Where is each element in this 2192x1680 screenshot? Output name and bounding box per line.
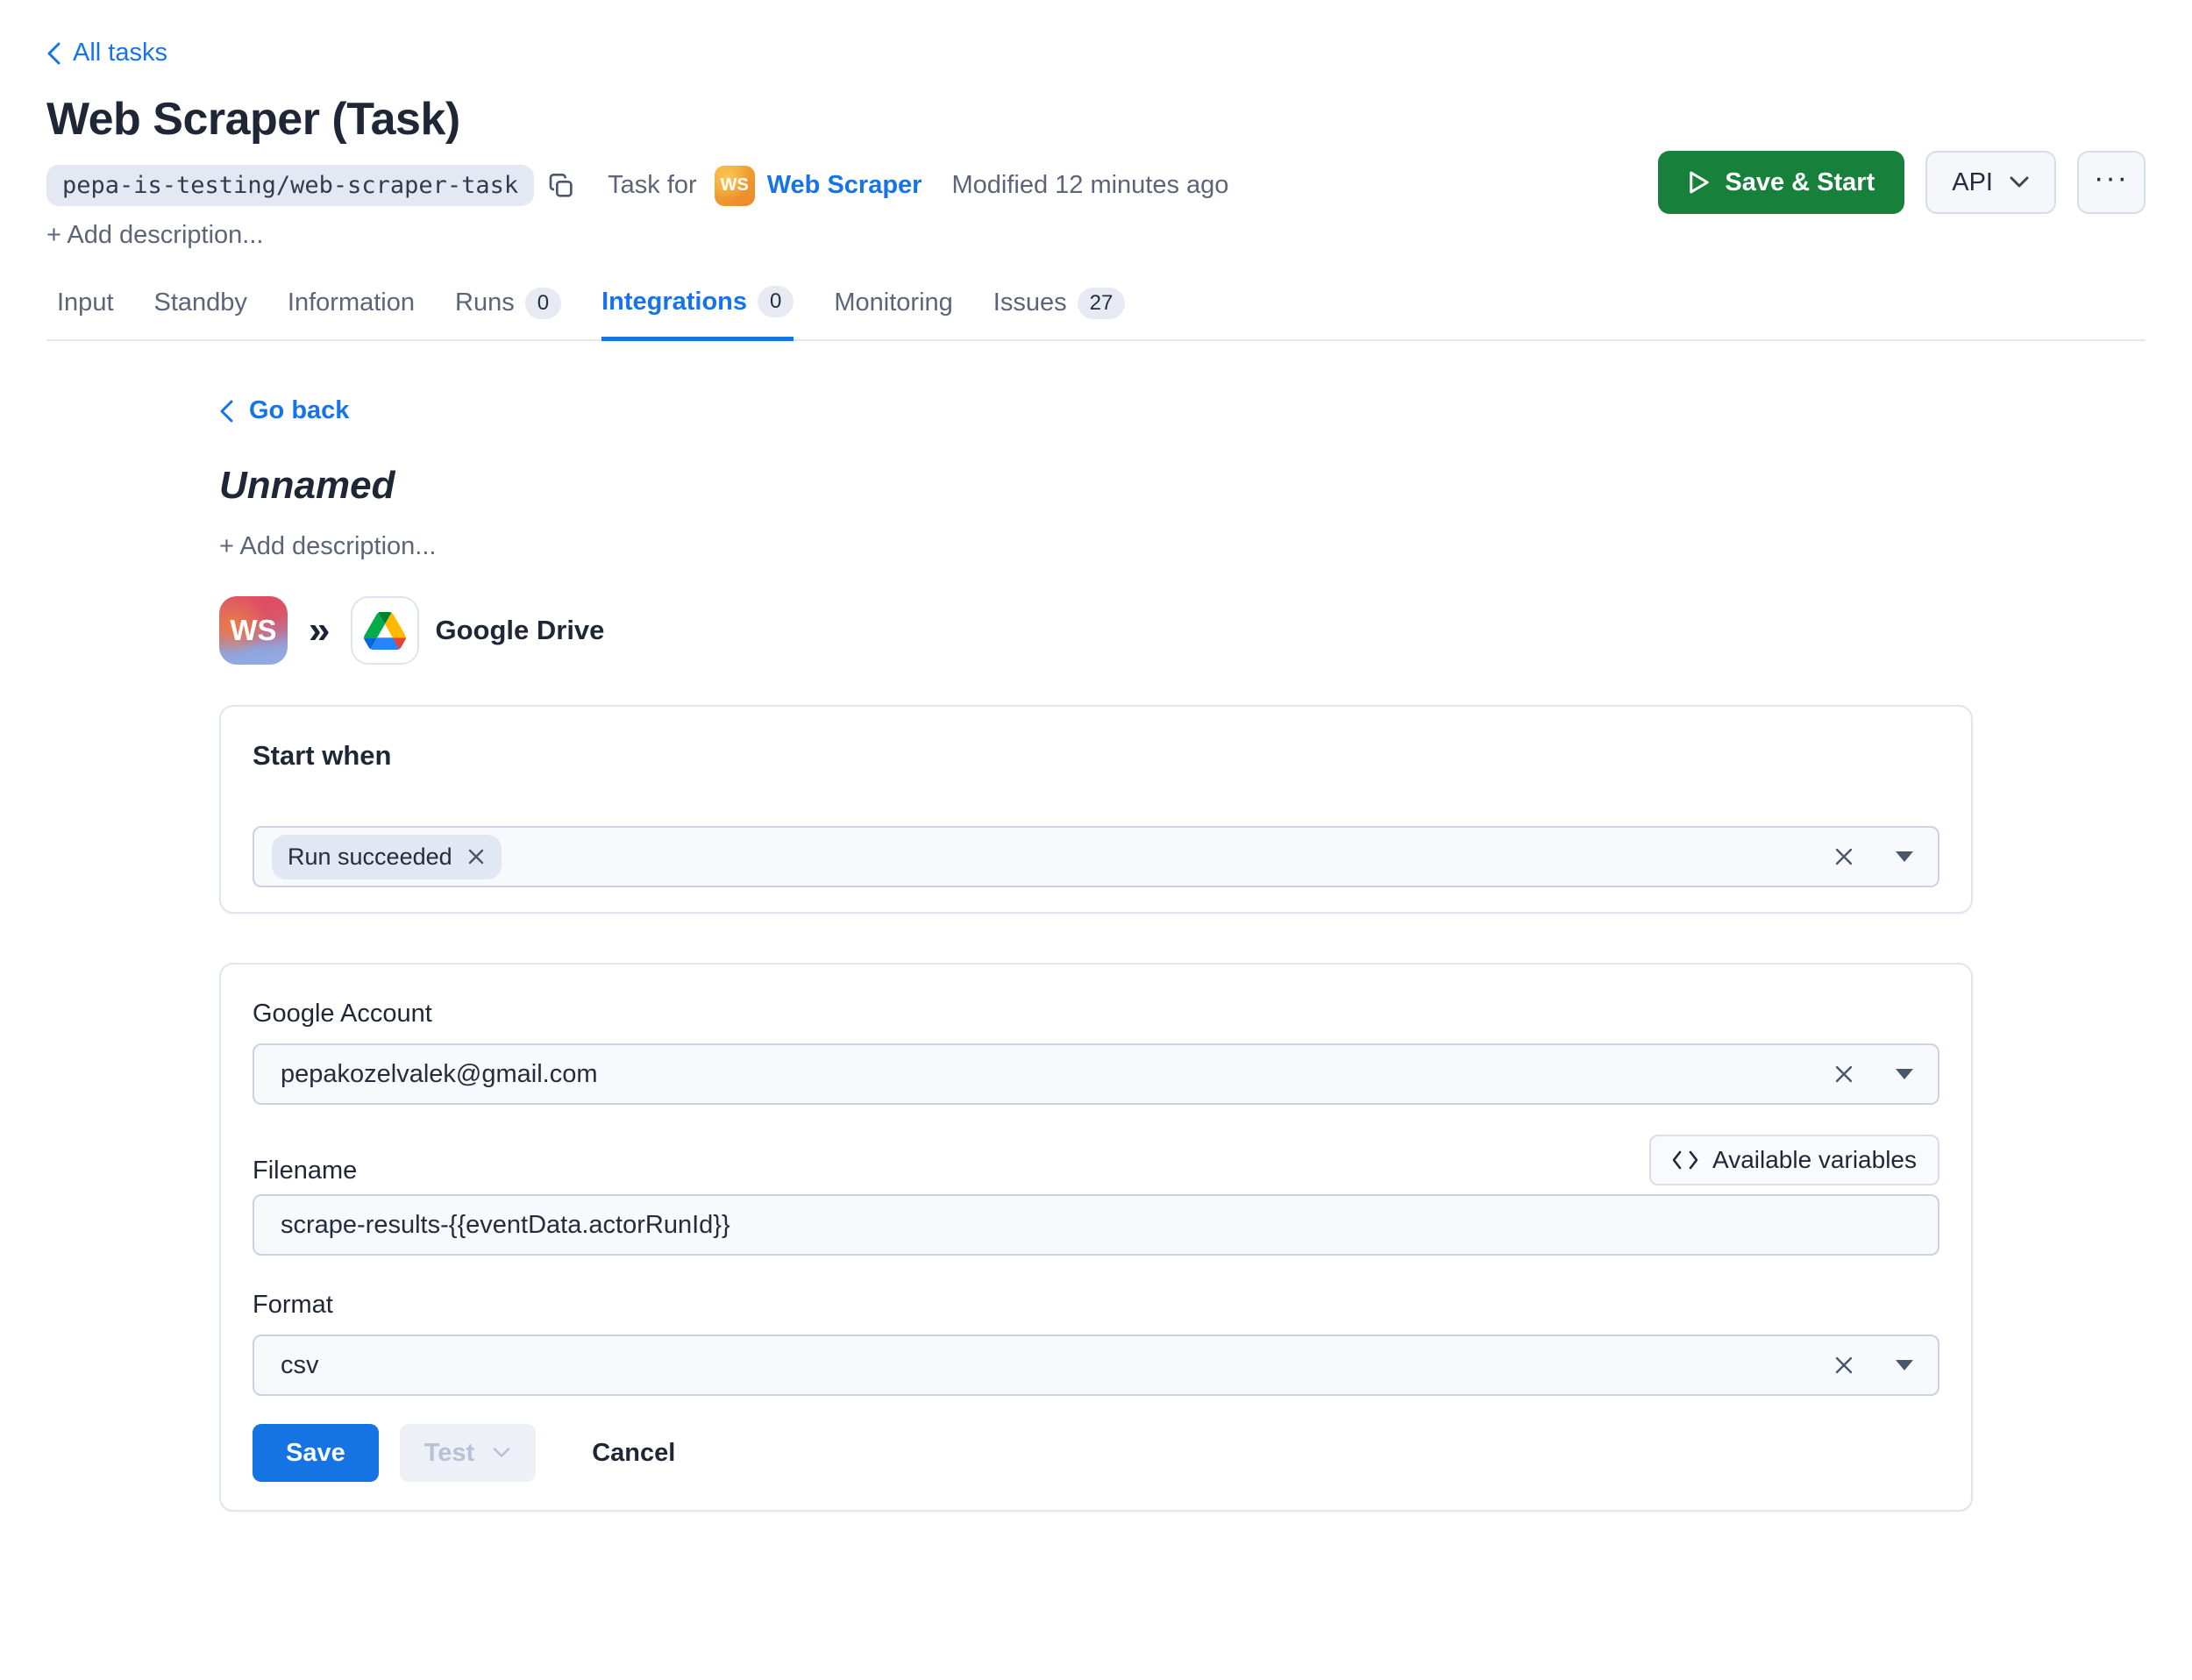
play-icon <box>1688 169 1711 196</box>
dropdown-caret-icon[interactable] <box>1896 851 1913 862</box>
filename-input[interactable] <box>253 1194 1939 1256</box>
start-when-title: Start when <box>253 740 1939 772</box>
page-title: Web Scraper (Task) <box>46 93 460 146</box>
chevron-down-icon <box>2009 175 2030 189</box>
modified-timestamp: Modified 12 minutes ago <box>951 171 1228 200</box>
api-label: API <box>1952 168 1993 197</box>
filename-label: Filename <box>253 1157 357 1185</box>
flow-arrow-icon: » <box>309 609 330 652</box>
google-account-select[interactable]: pepakozelvalek@gmail.com <box>253 1043 1939 1105</box>
code-icon <box>1672 1150 1698 1170</box>
save-button[interactable]: Save <box>253 1424 379 1482</box>
task-for-label: Task for <box>608 171 697 200</box>
add-description-link[interactable]: + Add description... <box>219 532 1973 561</box>
header-actions: Save & Start API ··· <box>1658 151 2146 214</box>
actor-ws-icon: WS <box>715 166 755 206</box>
actor-link[interactable]: Web Scraper <box>767 171 922 200</box>
available-variables-label: Available variables <box>1712 1146 1917 1174</box>
go-back-label: Go back <box>249 396 349 425</box>
tab-input[interactable]: Input <box>57 286 114 339</box>
tab-issues[interactable]: Issues27 <box>993 286 1126 339</box>
save-and-start-label: Save & Start <box>1725 168 1875 197</box>
chevron-left-icon <box>46 42 60 65</box>
integrations-count-badge: 0 <box>758 286 794 317</box>
start-when-select[interactable]: Run succeeded <box>253 826 1939 887</box>
issues-count-badge: 27 <box>1078 288 1126 319</box>
format-label: Format <box>253 1291 1939 1320</box>
form-actions: Save Test Cancel <box>253 1424 1939 1482</box>
tab-bar: Input Standby Information Runs0 Integrat… <box>46 286 2146 341</box>
go-back-link[interactable]: Go back <box>219 396 1973 425</box>
copy-icon[interactable] <box>546 171 576 201</box>
all-tasks-link[interactable]: All tasks <box>46 39 167 68</box>
task-meta-row: pepa-is-testing/web-scraper-task Task fo… <box>46 165 1228 206</box>
google-account-label: Google Account <box>253 1000 1939 1029</box>
integration-flow: WS » Google Drive <box>219 596 1973 665</box>
runs-count-badge: 0 <box>525 288 561 319</box>
tab-monitoring[interactable]: Monitoring <box>834 286 952 339</box>
dropdown-caret-icon[interactable] <box>1896 1360 1913 1370</box>
task-id-badge: pepa-is-testing/web-scraper-task <box>46 165 534 206</box>
google-account-value: pepakozelvalek@gmail.com <box>281 1060 598 1089</box>
chevron-left-icon <box>219 400 233 423</box>
dropdown-caret-icon[interactable] <box>1896 1069 1913 1079</box>
ellipsis-icon: ··· <box>2094 161 2129 196</box>
api-button[interactable]: API <box>1925 151 2056 214</box>
integration-name[interactable]: Unnamed <box>219 464 1973 508</box>
run-succeeded-chip: Run succeeded <box>272 835 502 879</box>
add-description-link[interactable]: + Add description... <box>46 221 263 250</box>
all-tasks-label: All tasks <box>73 39 167 68</box>
target-name: Google Drive <box>435 615 604 646</box>
format-value: csv <box>281 1351 319 1380</box>
tab-integrations[interactable]: Integrations0 <box>601 286 794 341</box>
clear-select-icon[interactable] <box>1833 845 1855 868</box>
more-options-button[interactable]: ··· <box>2077 151 2146 214</box>
integration-settings-card: Google Account pepakozelvalek@gmail.com … <box>219 963 1973 1512</box>
cancel-button[interactable]: Cancel <box>592 1439 675 1468</box>
tab-standby[interactable]: Standby <box>154 286 247 339</box>
source-actor-ws-icon: WS <box>219 596 288 665</box>
available-variables-button[interactable]: Available variables <box>1649 1135 1939 1185</box>
integration-detail: Go back Unnamed + Add description... WS … <box>219 396 1973 1512</box>
clear-select-icon[interactable] <box>1833 1063 1855 1086</box>
test-button[interactable]: Test <box>400 1424 536 1482</box>
remove-chip-icon[interactable] <box>466 847 486 866</box>
save-and-start-button[interactable]: Save & Start <box>1658 151 1904 214</box>
tab-information[interactable]: Information <box>288 286 415 339</box>
task-page: All tasks Web Scraper (Task) pepa-is-tes… <box>0 0 2192 1680</box>
clear-select-icon[interactable] <box>1833 1354 1855 1377</box>
format-select[interactable]: csv <box>253 1335 1939 1396</box>
tab-runs[interactable]: Runs0 <box>455 286 561 339</box>
google-drive-icon <box>351 596 419 665</box>
start-when-card: Start when Run succeeded <box>219 705 1973 914</box>
chevron-down-icon <box>492 1447 511 1459</box>
